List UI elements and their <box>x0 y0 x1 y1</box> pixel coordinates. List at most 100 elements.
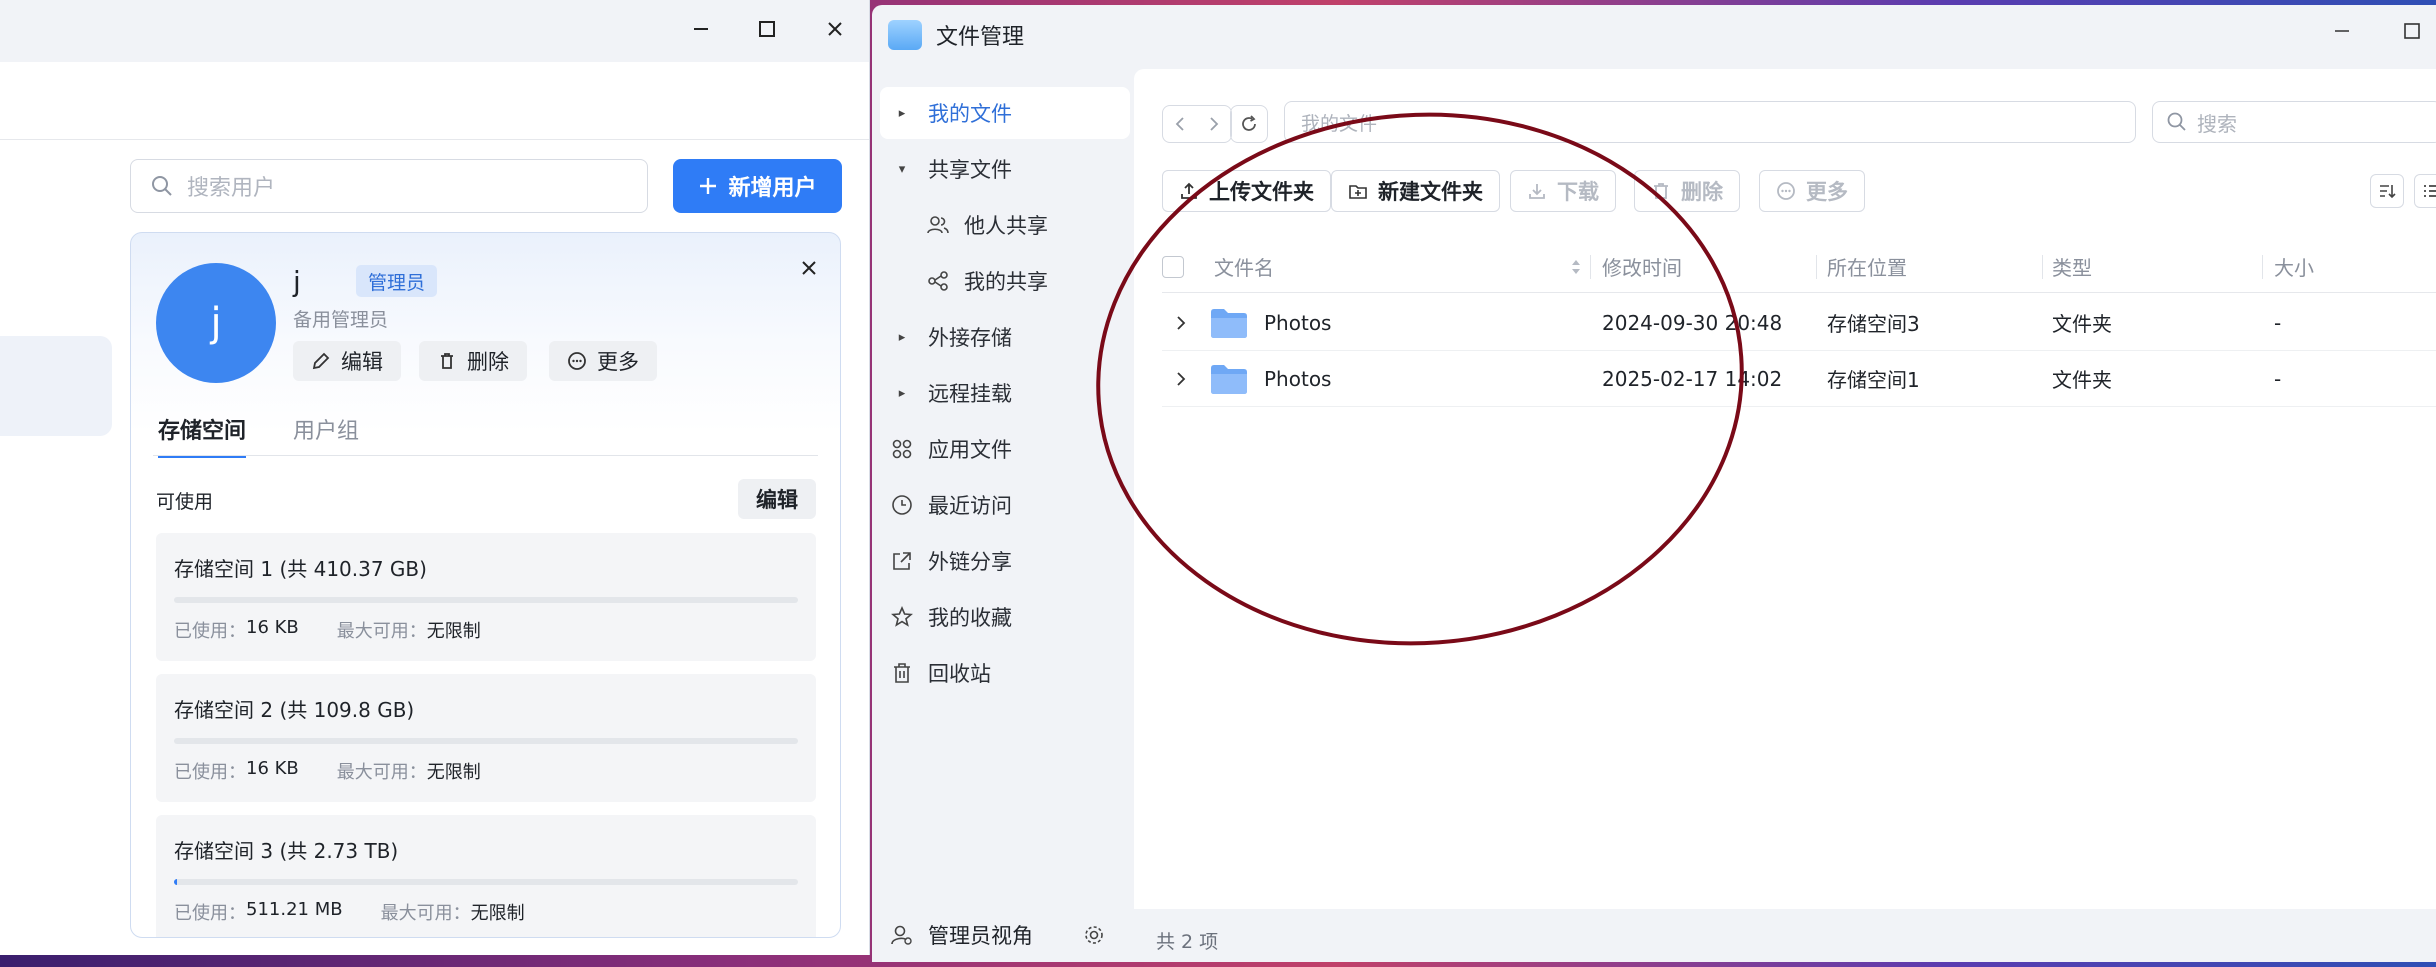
column-header-type[interactable]: 类型 <box>2052 241 2092 292</box>
sidebar-item-remote-mount[interactable]: ▸ 远程挂载 <box>880 367 1130 419</box>
user-role: 备用管理员 <box>293 309 389 331</box>
tab-divider <box>153 455 818 456</box>
storage-title: 存储空间 3 (共 2.73 TB) <box>174 839 399 863</box>
download-button[interactable]: 下载 <box>1510 170 1616 212</box>
close-icon <box>800 259 818 277</box>
sort-toggle[interactable] <box>1570 241 1582 292</box>
file-manager-window: 文件管理 ▸ 我的文件 ▾ 共享文件 他人共享 我的共享 ▸ 外接存储 ▸ 远程… <box>872 5 2436 962</box>
history-nav <box>1162 105 1232 143</box>
table-row[interactable]: Photos 2024-09-30 20:48 存储空间3 文件夹 - <box>1162 295 2436 351</box>
file-size: - <box>2274 366 2282 391</box>
sidebar-selected-item[interactable] <box>0 336 112 436</box>
maximize-button[interactable] <box>734 0 800 58</box>
sidebar-item-label: 我的文件 <box>928 102 1012 126</box>
select-all-checkbox[interactable] <box>1162 241 1184 292</box>
sidebar-item-label: 共享文件 <box>928 158 1012 182</box>
table-header: 文件名 修改时间 所在位置 类型 大小 <box>1162 241 2436 293</box>
file-list-panel: 我的文件 搜索 上传文件夹 新建文件夹 下载 删除 更多 文件名 修改时间 所在… <box>1134 69 2436 953</box>
available-label: 可使用 <box>156 491 214 513</box>
sidebar-item-my-files[interactable]: ▸ 我的文件 <box>880 87 1130 139</box>
max-value: 无限制 <box>470 903 525 924</box>
forward-button[interactable] <box>1197 106 1231 142</box>
more-circle-icon <box>567 351 587 371</box>
column-header-size[interactable]: 大小 <box>2274 241 2314 292</box>
edit-storage-button[interactable]: 编辑 <box>738 479 816 519</box>
minimize-button[interactable] <box>668 0 734 58</box>
share-icon <box>926 270 950 292</box>
sidebar-item-label: 回收站 <box>928 662 991 686</box>
sidebar-item-recycle-bin[interactable]: 回收站 <box>880 647 1130 699</box>
admin-badge: 管理员 <box>356 265 438 297</box>
plus-icon <box>698 176 718 196</box>
sort-button[interactable] <box>2370 174 2404 208</box>
sidebar-item-link-share[interactable]: 外链分享 <box>880 535 1130 587</box>
caret-right-icon: ▸ <box>898 329 906 345</box>
chevron-right-icon <box>1176 371 1186 387</box>
maximize-icon <box>2402 21 2422 41</box>
upload-folder-button[interactable]: 上传文件夹 <box>1162 170 1331 212</box>
sidebar-item-app-files[interactable]: 应用文件 <box>880 423 1130 475</box>
admin-view-footer[interactable]: 管理员视角 <box>872 909 1134 961</box>
apps-icon <box>890 438 914 460</box>
expand-toggle[interactable] <box>1176 295 1186 350</box>
clock-icon <box>890 494 914 516</box>
user-search-input[interactable]: 搜索用户 <box>130 159 648 213</box>
storage-meta: 已使用： 16 KB 最大可用： 无限制 <box>174 758 481 784</box>
delete-button[interactable]: 删除 <box>1634 170 1740 212</box>
more-button[interactable]: 更多 <box>549 341 657 381</box>
minimize-icon <box>2332 21 2352 41</box>
column-header-location[interactable]: 所在位置 <box>1827 241 1907 292</box>
more-label: 更多 <box>1806 180 1848 204</box>
more-circle-icon <box>1776 181 1796 201</box>
column-header-modified[interactable]: 修改时间 <box>1602 241 1682 292</box>
trash-icon <box>890 662 914 684</box>
new-folder-button[interactable]: 新建文件夹 <box>1331 170 1500 212</box>
table-row[interactable]: Photos 2025-02-17 14:02 存储空间1 文件夹 - <box>1162 351 2436 407</box>
left-window-titlebar <box>0 0 869 62</box>
sidebar-item-external-storage[interactable]: ▸ 外接存储 <box>880 311 1130 363</box>
storage-usage-bar <box>174 879 798 885</box>
used-label: 已使用： <box>174 903 246 924</box>
sidebar-item-shared-with-me[interactable]: 他人共享 <box>880 199 1130 251</box>
caret-right-icon: ▸ <box>898 385 906 401</box>
used-label: 已使用： <box>174 762 246 783</box>
more-button[interactable]: 更多 <box>1759 170 1865 212</box>
file-location: 存储空间1 <box>1827 368 1920 392</box>
close-window-button[interactable] <box>802 0 868 58</box>
refresh-icon <box>1239 114 1259 134</box>
add-user-button[interactable]: 新增用户 <box>673 159 842 213</box>
sidebar-item-recent[interactable]: 最近访问 <box>880 479 1130 531</box>
sidebar-item-label: 外接存储 <box>928 326 1012 350</box>
back-button[interactable] <box>1163 106 1197 142</box>
path-text: 我的文件 <box>1301 112 1378 135</box>
file-search-input[interactable]: 搜索 <box>2152 101 2436 143</box>
view-mode-button[interactable] <box>2414 174 2436 208</box>
storage-meta: 已使用： 511.21 MB 最大可用： 无限制 <box>174 899 525 925</box>
maximize-button[interactable] <box>2402 21 2422 45</box>
tab-user-groups[interactable]: 用户组 <box>293 413 359 455</box>
file-type: 文件夹 <box>2052 368 2112 392</box>
edit-label: 编辑 <box>341 350 383 374</box>
storage-usage-bar <box>174 738 798 744</box>
link-share-icon <box>890 550 914 572</box>
edit-user-button[interactable]: 编辑 <box>293 341 401 381</box>
expand-toggle[interactable] <box>1176 351 1186 406</box>
minimize-icon <box>691 19 711 39</box>
storage-usage-bar <box>174 597 798 603</box>
close-card-button[interactable] <box>800 259 818 281</box>
gear-icon[interactable] <box>1083 924 1105 946</box>
refresh-button[interactable] <box>1230 105 1268 143</box>
sidebar-item-my-shares[interactable]: 我的共享 <box>880 255 1130 307</box>
folder-icon <box>1210 351 1248 406</box>
tab-storage[interactable]: 存储空间 <box>158 413 247 458</box>
app-title-bar: 文件管理 <box>888 19 1024 51</box>
minimize-button[interactable] <box>2332 21 2352 45</box>
path-bar[interactable]: 我的文件 <box>1284 101 2136 143</box>
delete-user-button[interactable]: 删除 <box>419 341 527 381</box>
add-user-label: 新增用户 <box>728 175 817 200</box>
avatar: j <box>156 263 276 383</box>
sidebar-item-favorites[interactable]: 我的收藏 <box>880 591 1130 643</box>
column-header-name[interactable]: 文件名 <box>1214 241 1274 292</box>
storage-card: 存储空间 3 (共 2.73 TB) 已使用： 511.21 MB 最大可用： … <box>156 815 816 937</box>
sidebar-item-shared-files[interactable]: ▾ 共享文件 <box>880 143 1130 195</box>
